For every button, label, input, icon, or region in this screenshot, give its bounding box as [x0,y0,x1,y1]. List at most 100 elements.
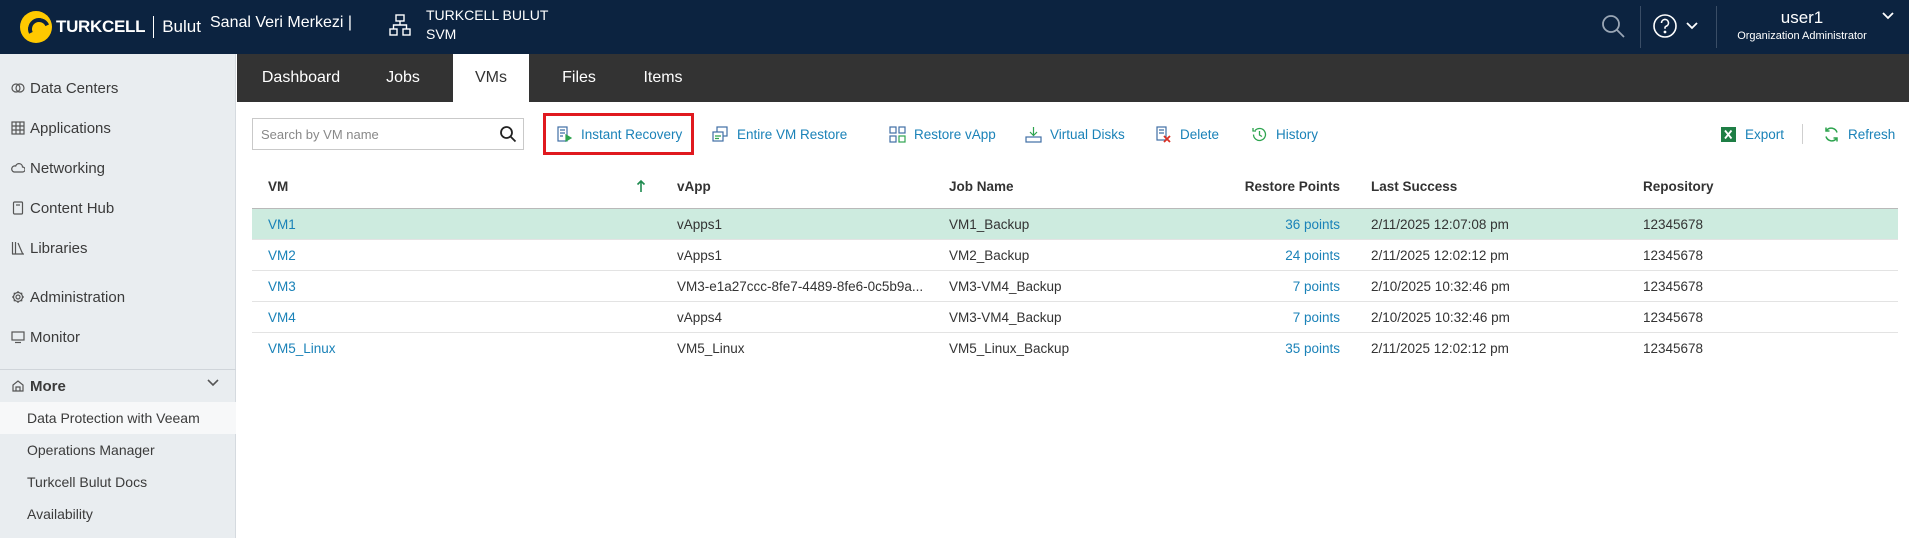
delete-label: Delete [1180,126,1220,142]
job-name-cell: VM2_Backup [949,248,1030,263]
tab-dashboard[interactable]: Dashboard [253,54,349,102]
networking-icon [11,163,25,173]
column-header-repository[interactable]: Repository [1643,165,1714,209]
sidebar-item-content-hub[interactable]: Content Hub [0,190,236,226]
restore-points-link[interactable]: 24 points [1188,240,1340,271]
search-icon[interactable] [499,125,517,143]
sidebar-item-networking[interactable]: Networking [0,150,236,186]
libraries-icon [11,242,24,255]
sidebar-subitem-availability[interactable]: Availability [0,498,236,530]
content-hub-icon [12,201,24,215]
column-header-restore-points[interactable]: Restore Points [1188,165,1340,209]
restore-points-link[interactable]: 36 points [1188,209,1340,240]
sidebar-subitem-label: Data Protection with Veeam [27,410,200,426]
sidebar-subitem-operations-manager[interactable]: Operations Manager [0,434,236,466]
column-header-job-name[interactable]: Job Name [949,165,1014,209]
instant-recovery-button[interactable]: Instant Recovery [556,122,682,146]
site-name: TURKCELL BULUT [426,7,549,23]
tab-jobs[interactable]: Jobs [371,54,435,102]
more-icon [12,380,24,392]
vm-name-link[interactable]: VM1 [268,209,296,240]
refresh-button[interactable]: Refresh [1823,122,1895,146]
vm-name-link[interactable]: VM4 [268,302,296,333]
job-name-cell: VM1_Backup [949,217,1030,232]
repository-cell: 12345678 [1643,310,1704,325]
brand-sub: Bulut [162,17,201,36]
entire-vm-restore-button[interactable]: Entire VM Restore [712,122,847,146]
history-label: History [1276,126,1319,142]
table-row[interactable]: VM2 vApps1 VM2_Backup 24 points 2/11/202… [252,240,1898,271]
job-name-cell: VM5_Linux_Backup [949,341,1070,356]
org-name: Sanal Veri Merkezi | [210,14,352,31]
vm-name-link[interactable]: VM3 [268,271,296,302]
repository-cell: 12345678 [1643,341,1704,356]
job-name-cell: VM3-VM4_Backup [949,279,1062,294]
virtual-disks-button[interactable]: Virtual Disks [1025,122,1125,146]
table-row[interactable]: VM4 vApps4 VM3-VM4_Backup 7 points 2/10/… [252,302,1898,333]
vm-name-link[interactable]: VM5_Linux [268,333,336,364]
restore-points-link[interactable]: 7 points [1188,271,1340,302]
column-header-vapp[interactable]: vApp [677,165,711,209]
sort-ascending-icon[interactable] [636,179,646,193]
vm-table-header: VM vApp Job Name Restore Points Last Suc… [252,165,1898,209]
applications-icon [11,121,25,135]
vm-name-link[interactable]: VM2 [268,240,296,271]
org-hierarchy-icon [389,14,411,36]
refresh-icon [1825,126,1838,142]
tab-items[interactable]: Items [625,54,701,102]
help-menu-button[interactable] [1652,12,1698,40]
vapp-cell: vApps1 [677,248,723,263]
turkcell-logo[interactable]: TURKCELL Bulut [20,9,201,45]
export-label: Export [1745,126,1785,142]
site-title[interactable]: TURKCELL BULUT SVM [426,6,548,44]
sidebar-item-libraries[interactable]: Libraries [0,230,236,266]
history-icon [1252,127,1267,141]
vapp-cell: VM3-e1a27ccc-8fe7-4489-8fe6-0c5b9a... [677,279,924,294]
column-header-last-success[interactable]: Last Success [1371,165,1457,209]
sidebar-item-data-centers[interactable]: Data Centers [0,70,236,106]
delete-icon [1156,125,1171,143]
sidebar-subitem-data-protection[interactable]: Data Protection with Veeam [0,402,236,434]
sidebar-item-applications[interactable]: Applications [0,110,236,146]
entire-vm-restore-label: Entire VM Restore [737,126,848,142]
vm-restore-icon [712,125,728,142]
repository-cell: 12345678 [1643,248,1704,263]
turkcell-logo-icon [20,11,52,43]
column-header-vm[interactable]: VM [268,165,288,209]
export-button[interactable]: Export [1720,122,1784,146]
sidebar-item-more[interactable]: More [0,368,236,404]
restore-points-link[interactable]: 7 points [1188,302,1340,333]
brand-name: TURKCELL [56,17,146,36]
table-row[interactable]: VM5_Linux VM5_Linux VM5_Linux_Backup 35 … [252,333,1898,364]
user-name: user1 [1780,8,1824,27]
repository-cell: 12345678 [1643,217,1704,232]
gear-icon [12,291,24,303]
search-icon[interactable] [1600,13,1626,39]
sidebar-item-label: Libraries [30,239,88,257]
delete-button[interactable]: Delete [1155,122,1219,146]
tab-files[interactable]: Files [547,54,611,102]
user-menu[interactable]: user1 Organization Administrator [1732,8,1872,42]
history-button[interactable]: History [1251,122,1318,146]
vm-search-input[interactable] [253,119,483,149]
refresh-label: Refresh [1848,126,1896,142]
sidebar-subitem-label: Availability [27,506,93,522]
repository-cell: 12345678 [1643,279,1704,294]
sidebar-item-administration[interactable]: Administration [0,279,236,315]
data-centers-icon [11,83,25,93]
sidebar: Data Centers Applications Networking Con… [0,54,236,538]
instant-recovery-icon [557,125,573,142]
sidebar-item-label: More [30,377,66,395]
restore-vapp-button[interactable]: Restore vApp [889,122,996,146]
sidebar-subitem-docs[interactable]: Turkcell Bulut Docs [0,466,236,498]
restore-vapp-label: Restore vApp [914,126,996,142]
chevron-down-icon[interactable] [1882,12,1894,20]
sidebar-item-monitor[interactable]: Monitor [0,319,236,355]
sidebar-subitem-label: Turkcell Bulut Docs [27,474,148,490]
header-divider [1640,6,1641,48]
tab-vms[interactable]: VMs [453,54,529,102]
restore-points-link[interactable]: 35 points [1188,333,1340,364]
site-code: SVM [426,26,457,42]
table-row[interactable]: VM3 VM3-e1a27ccc-8fe7-4489-8fe6-0c5b9a..… [252,271,1898,302]
table-row[interactable]: VM1 vApps1 VM1_Backup 36 points 2/11/202… [252,209,1898,240]
